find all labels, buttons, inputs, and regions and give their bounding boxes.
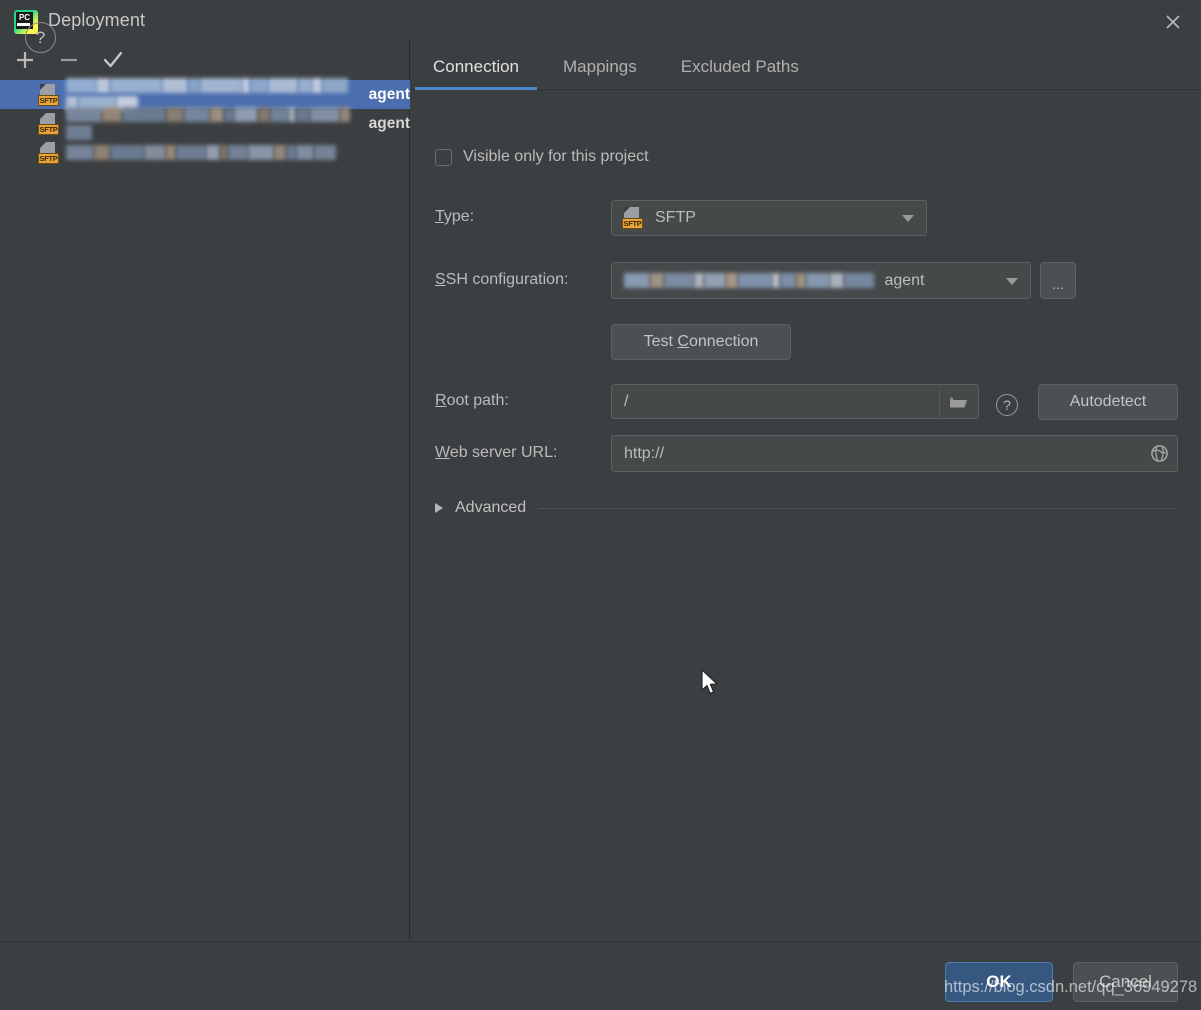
web-url-label-rest: eb server URL: (450, 444, 558, 461)
test-connection-label: Test Connection (644, 333, 759, 351)
sftp-icon: SFTP (38, 142, 59, 164)
server-suffix: agent (369, 86, 410, 104)
visible-only-label: Visible only for this project (463, 148, 649, 166)
folder-icon[interactable] (939, 386, 977, 417)
checkmark-icon[interactable] (100, 47, 126, 73)
ssh-configuration-label: SSH configuration: (435, 271, 568, 289)
deployment-dialog: PC Deployment (0, 0, 1201, 1010)
visible-only-checkbox-row[interactable]: Visible only for this project (435, 148, 649, 166)
server-suffix: agent (369, 115, 410, 133)
sftp-icon: SFTP (38, 113, 59, 135)
web-server-url-input[interactable]: http:// (611, 435, 1178, 472)
chevron-down-icon (1006, 278, 1018, 285)
ssh-browse-button[interactable]: ... (1040, 262, 1076, 299)
test-connection-button[interactable]: Test Connection (611, 324, 791, 360)
server-list: SFTP agent SFTP agent SFTP (0, 80, 410, 940)
globe-icon[interactable] (1142, 437, 1176, 470)
ssh-label-rest: SH configuration: (446, 271, 569, 288)
sftp-icon: SFTP (38, 84, 59, 106)
root-path-label: Root path: (435, 392, 509, 410)
root-path-value: / (612, 393, 628, 411)
help-button[interactable]: ? (25, 22, 56, 53)
ssh-value-redacted: agent (612, 272, 925, 290)
chevron-down-icon (902, 215, 914, 222)
server-list-panel: SFTP agent SFTP agent SFTP (0, 40, 410, 940)
tab-connection[interactable]: Connection (411, 57, 541, 89)
autodetect-button[interactable]: Autodetect (1038, 384, 1178, 420)
list-item[interactable]: SFTP agent (0, 109, 410, 138)
sftp-icon: SFTP (622, 207, 643, 229)
ssh-value-suffix: agent (884, 272, 924, 289)
web-server-url-label: Web server URL: (435, 444, 557, 462)
cancel-button[interactable]: Cancel (1073, 962, 1178, 1002)
type-combobox[interactable]: SFTP SFTP (611, 200, 927, 236)
list-item[interactable]: SFTP (0, 138, 410, 167)
server-list-toolbar (0, 40, 410, 80)
tab-bar: Connection Mappings Excluded Paths (411, 40, 1201, 90)
tab-mappings[interactable]: Mappings (541, 57, 659, 89)
ok-button[interactable]: OK (945, 962, 1053, 1002)
type-label-rest: ype: (444, 208, 474, 225)
visible-only-checkbox[interactable] (435, 149, 452, 166)
advanced-section-toggle[interactable]: Advanced (435, 496, 1177, 520)
type-value: SFTP (643, 209, 696, 227)
connection-form: Visible only for this project Type: SFTP… (411, 90, 1201, 940)
server-name-redacted (66, 144, 336, 162)
window-title: Deployment (48, 10, 145, 31)
advanced-separator (538, 508, 1177, 509)
ssh-configuration-combobox[interactable]: agent (611, 262, 1031, 299)
minus-icon[interactable] (56, 47, 82, 73)
type-label: Type: (435, 208, 474, 226)
root-path-label-rest: oot path: (447, 392, 509, 409)
root-path-input[interactable]: / (611, 384, 979, 419)
close-icon[interactable] (1159, 8, 1187, 36)
server-name-redacted (66, 106, 356, 142)
web-server-url-value: http:// (612, 445, 664, 463)
help-icon[interactable]: ? (996, 394, 1018, 416)
triangle-right-icon (435, 503, 443, 513)
connection-settings-panel: Connection Mappings Excluded Paths Visib… (411, 40, 1201, 940)
tab-excluded-paths[interactable]: Excluded Paths (659, 57, 821, 89)
advanced-label: Advanced (455, 499, 526, 517)
title-bar: PC Deployment (0, 0, 1201, 44)
